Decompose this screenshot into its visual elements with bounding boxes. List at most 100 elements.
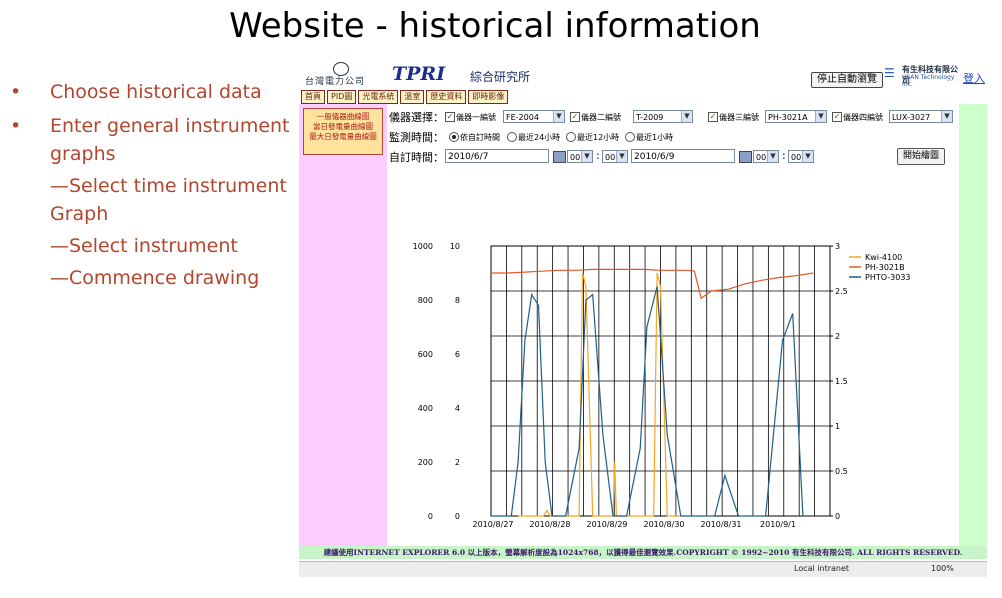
instrument-2-checkbox[interactable]: ✓ xyxy=(570,112,580,122)
time-separator: : xyxy=(596,149,600,162)
legend-label: PH-3021B xyxy=(865,263,905,272)
website-screenshot: 台灣電力公司 TPRI 綜合研究所 停止自動瀏覽 ☰ 有生科技有限公司 USAN… xyxy=(297,62,989,578)
chevron-down-icon: ▼ xyxy=(616,151,627,162)
instrument-1-checkbox[interactable]: ✓ xyxy=(445,112,455,122)
usan-icon: ☰ xyxy=(884,66,895,80)
radio-custom-time[interactable] xyxy=(449,132,459,142)
instrument-4-checkbox[interactable]: ✓ xyxy=(832,112,842,122)
side-menu-daily[interactable]: 當日發電量曲線圖 xyxy=(304,122,382,132)
nav-home[interactable]: 首頁 xyxy=(301,90,325,104)
bullet-text: Choose historical data xyxy=(50,81,262,103)
stop-auto-browse-button[interactable]: 停止自動瀏覽 xyxy=(811,72,883,88)
y-right-tick-label: 0.5 xyxy=(835,467,848,476)
side-menu-max-daily[interactable]: 最大日發電量曲線圖 xyxy=(304,132,382,142)
bullet-text: Enter general instrument graphs xyxy=(50,115,290,165)
main-panel: 儀器選擇： ✓ 儀器一編號 FE-2004 ▼ ✓ 儀器二編號 T-2009 ▼ ✓… xyxy=(387,104,959,546)
radio-last-12h[interactable] xyxy=(566,132,576,142)
legend-label: Kwi-4100 xyxy=(865,253,902,262)
y-right-tick-label: 0 xyxy=(835,512,840,521)
start-min-select[interactable]: 00 ▼ xyxy=(602,150,628,163)
history-chart: 1000 800 600 400 200 0 10 8 6 4 2 0 3 2.5 2 1.5 1 0.5 0 201… xyxy=(387,232,959,546)
bullet-dot-icon: • xyxy=(10,81,22,103)
history-chart-svg: 1000 800 600 400 200 0 10 8 6 4 2 0 3 2.5 2 1.5 1 0.5 0 201… xyxy=(413,242,911,529)
monitor-row: 監測時間： 依自訂時間 最近24小時 最近12小時 最近1小時 xyxy=(387,128,959,144)
site-footer: 建議使用INTERNET EXPLORER 6.0 以上版本，螢幕解析度設為10… xyxy=(299,546,987,559)
instrument-label: 儀器選擇： xyxy=(389,111,444,124)
side-pane: 一般儀器曲線圖 當日發電量曲線圖 最大日發電量曲線圖 xyxy=(299,104,387,546)
chevron-down-icon: ▼ xyxy=(802,151,813,162)
bullet-item: • Enter general instrument graphs xyxy=(10,112,295,168)
y-mid-tick-label: 0 xyxy=(455,512,460,521)
taipower-logo: 台灣電力公司 xyxy=(305,62,385,87)
instrument-1-select[interactable]: FE-2004 ▼ xyxy=(503,110,565,123)
custom-time-row: 自訂時間： 2010/6/7 00 ▼ : 00 ▼ 2010/6/9 00 ▼ : … xyxy=(387,148,959,165)
y-right-tick-label: 2 xyxy=(835,332,840,341)
y-left-tick-label: 0 xyxy=(428,512,433,521)
y-mid-tick-label: 10 xyxy=(450,242,460,251)
y-mid-tick-label: 4 xyxy=(455,404,460,413)
end-hour-select[interactable]: 00 ▼ xyxy=(753,150,779,163)
instrument-3-label: 儀器三編號 xyxy=(719,113,759,122)
nav-greenhouse[interactable]: 溫室 xyxy=(400,90,425,104)
login-link[interactable]: 登入 xyxy=(963,70,985,86)
time-separator: : xyxy=(782,149,786,162)
legend-label: PHTO-3033 xyxy=(865,273,911,282)
chevron-down-icon: ▼ xyxy=(767,151,778,162)
instrument-1-label: 儀器一編號 xyxy=(456,113,496,122)
chevron-down-icon: ▼ xyxy=(581,151,592,162)
instrument-4-label: 儀器四編號 xyxy=(843,113,883,122)
company-name-en: USAN Technology Inc. xyxy=(902,74,955,88)
instrument-2-label: 儀器二編號 xyxy=(581,113,621,122)
start-drawing-button[interactable]: 開始繪圖 xyxy=(897,148,945,165)
bullet-dot-icon: • xyxy=(10,115,22,137)
slide-title: Website - historical information xyxy=(229,6,761,46)
x-tick-label: 2010/8/31 xyxy=(700,520,741,529)
x-tick-label: 2010/8/27 xyxy=(472,520,513,529)
y-left-tick-label: 200 xyxy=(418,458,433,467)
radio-1h-label: 最近1小時 xyxy=(636,133,674,142)
radio-24h-label: 最近24小時 xyxy=(518,133,561,142)
y-right-tick-label: 2.5 xyxy=(835,287,848,296)
y-left-tick-label: 400 xyxy=(418,404,433,413)
chevron-down-icon: ▼ xyxy=(941,111,952,122)
calendar-icon[interactable] xyxy=(553,151,566,163)
chevron-down-icon: ▼ xyxy=(815,111,826,122)
y-right-tick-label: 3 xyxy=(835,242,840,251)
chevron-down-icon: ▼ xyxy=(681,111,692,122)
radio-custom-label: 依自訂時間 xyxy=(460,133,500,142)
nav-pv-system[interactable]: 光電系統 xyxy=(358,90,399,104)
x-tick-label: 2010/8/28 xyxy=(529,520,570,529)
nav-live-video[interactable]: 即時影像 xyxy=(468,90,509,104)
slide-bullets: • Choose historical data • Enter general… xyxy=(10,78,295,292)
nav-history[interactable]: 歷史資料 xyxy=(426,90,467,104)
instrument-2-select[interactable]: T-2009 ▼ xyxy=(633,110,693,123)
sub-item: —Select instrument xyxy=(50,235,238,257)
side-menu-general[interactable]: 一般儀器曲線圖 xyxy=(304,112,382,122)
instrument-4-select[interactable]: LUX-3027 ▼ xyxy=(889,110,953,123)
chevron-down-icon: ▼ xyxy=(553,111,564,122)
y-mid-tick-label: 2 xyxy=(455,458,460,467)
side-menu: 一般儀器曲線圖 當日發電量曲線圖 最大日發電量曲線圖 xyxy=(303,108,383,155)
start-hour-select[interactable]: 00 ▼ xyxy=(567,150,593,163)
sub-item: —Commence drawing xyxy=(50,267,260,289)
y-left-tick-label: 800 xyxy=(418,296,433,305)
zoom-level[interactable]: 100% xyxy=(931,564,954,573)
tpri-logo: TPRI xyxy=(392,63,446,85)
radio-last-1h[interactable] xyxy=(625,132,635,142)
nav-pid[interactable]: PID圖 xyxy=(327,90,357,104)
usan-logo: ☰ 有生科技有限公司 USAN Technology Inc. xyxy=(884,64,964,88)
custom-time-label: 自訂時間： xyxy=(389,151,444,164)
start-date-input[interactable]: 2010/6/7 xyxy=(445,149,549,163)
x-tick-label: 2010/8/29 xyxy=(586,520,627,529)
instrument-3-select[interactable]: PH-3021A ▼ xyxy=(765,110,827,123)
end-date-input[interactable]: 2010/6/9 xyxy=(631,149,735,163)
end-min-select[interactable]: 00 ▼ xyxy=(788,150,814,163)
sub-item: —Select time instrument Graph xyxy=(50,175,287,225)
y-mid-tick-label: 8 xyxy=(455,296,460,305)
bullet-item: • Choose historical data xyxy=(10,78,295,106)
instrument-3-checkbox[interactable]: ✓ xyxy=(708,112,718,122)
monitor-label: 監測時間： xyxy=(389,131,444,144)
radio-last-24h[interactable] xyxy=(507,132,517,142)
x-tick-label: 2010/8/30 xyxy=(643,520,684,529)
calendar-icon[interactable] xyxy=(739,151,752,163)
